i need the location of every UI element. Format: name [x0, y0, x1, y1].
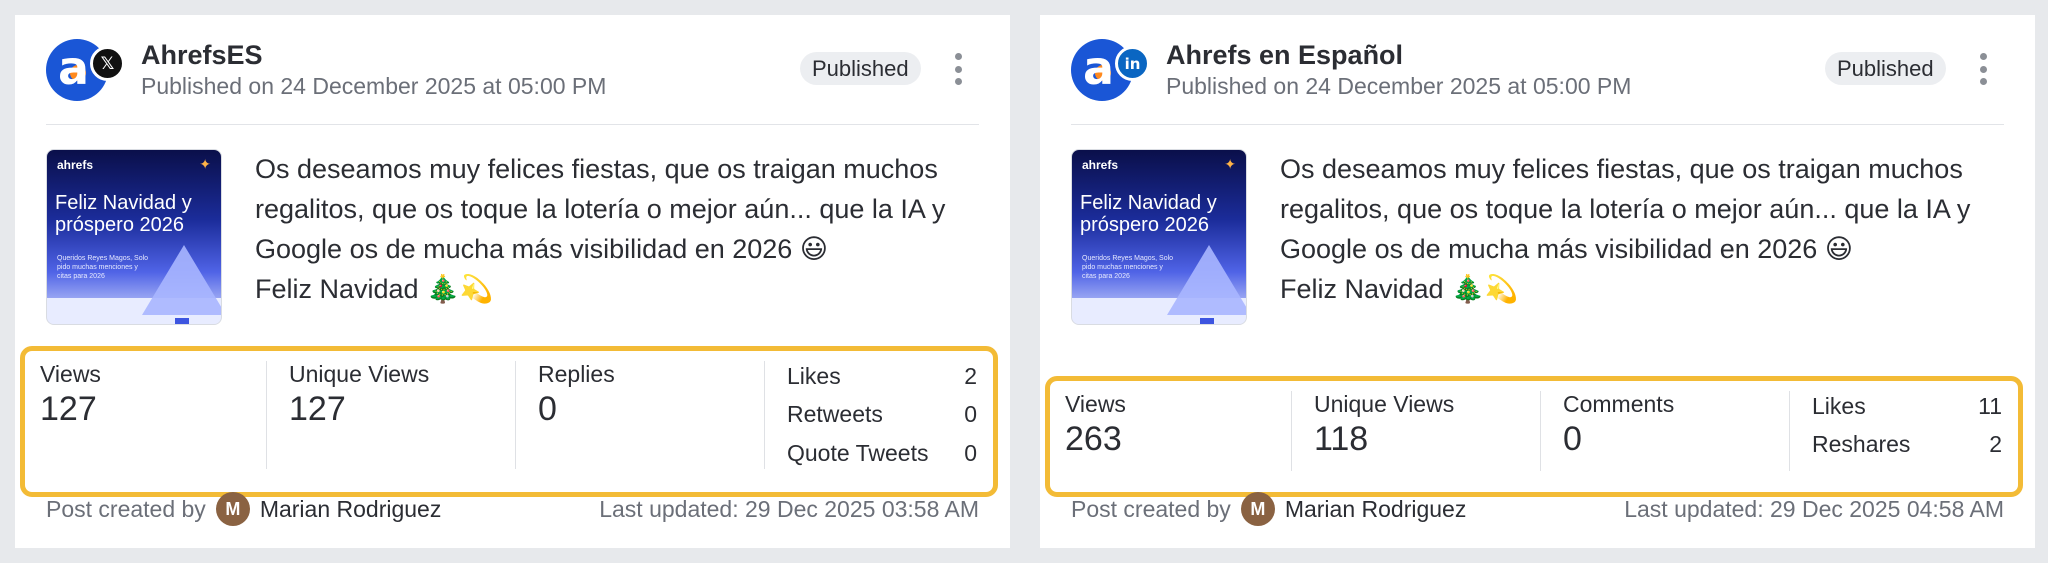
metric-label: Comments: [1563, 391, 1675, 417]
metric-value: 11: [1978, 393, 2002, 419]
post-card: a 𝕏 AhrefsES Published on 24 December 20…: [15, 15, 1010, 548]
last-updated: Last updated: 29 Dec 2025 03:58 AM: [599, 496, 979, 522]
sparkle-icon: ✦: [1224, 156, 1236, 172]
metric-value: 0: [1563, 420, 1582, 458]
metric-views: Views 127: [40, 361, 101, 429]
metric-views: Views 263: [1065, 391, 1126, 459]
metric-label: Quote Tweets: [787, 440, 929, 466]
published-date: Published on 24 December 2025 at 05:00 P…: [1166, 73, 1632, 99]
divider: [46, 124, 979, 125]
thumbnail-subtitle: Queridos Reyes Magos, Solo pido muchas m…: [57, 255, 149, 280]
metric-label: Likes: [1812, 393, 1866, 419]
post-card: a in Ahrefs en Español Published on 24 D…: [1040, 15, 2035, 548]
metric-label: Unique Views: [1314, 391, 1455, 417]
author-name[interactable]: Marian Rodriguez: [1285, 496, 1467, 523]
metric-value: 2: [964, 363, 977, 389]
metric-unique-views: Unique Views 127: [289, 361, 429, 429]
post-line: Google os de mucha más visibilidad en 20…: [255, 234, 828, 264]
sparkle-icon: ✦: [199, 156, 211, 172]
metric-retweets: Retweets 0: [787, 399, 977, 429]
metric-value: 2: [1989, 431, 2002, 457]
last-updated: Last updated: 29 Dec 2025 04:58 AM: [1624, 496, 2004, 522]
x-icon: 𝕏: [90, 46, 125, 81]
column-divider: [266, 361, 267, 469]
metric-value: 0: [964, 401, 977, 427]
thumbnail-subtitle: Queridos Reyes Magos, Solo pido muchas m…: [1082, 255, 1174, 280]
metric-comments: Comments 0: [1563, 391, 1674, 459]
account-name[interactable]: AhrefsES: [141, 40, 263, 71]
post-line: Os deseamos muy felices fiestas, que os …: [255, 154, 938, 184]
metric-likes: Likes 11: [1812, 391, 2002, 421]
account-name[interactable]: Ahrefs en Español: [1166, 40, 1403, 71]
metric-quote-tweets: Quote Tweets 0: [787, 438, 977, 468]
thumbnail-title: Feliz Navidad y próspero 2026: [55, 192, 192, 236]
post-line: regalitos, que os toque la lotería o mej…: [1280, 194, 1971, 224]
tree-icon: [142, 245, 221, 315]
metric-value: 263: [1065, 420, 1122, 458]
column-divider: [515, 361, 516, 469]
post-line: regalitos, que os toque la lotería o mej…: [255, 194, 946, 224]
author-avatar[interactable]: M: [215, 492, 250, 526]
metric-unique-views: Unique Views 118: [1314, 391, 1454, 459]
metric-value: 0: [964, 440, 977, 466]
post-thumbnail[interactable]: ahrefs ✦ Feliz Navidad y próspero 2026 Q…: [1071, 149, 1247, 325]
metric-value: 127: [40, 390, 97, 428]
metric-label: Views: [1065, 391, 1126, 417]
created-by-label: Post created by: [1071, 495, 1231, 522]
author-avatar[interactable]: M: [1240, 492, 1275, 526]
tree-trunk: [175, 318, 189, 324]
metric-label: Likes: [787, 363, 841, 389]
tree-icon: [1167, 245, 1246, 315]
metric-replies: Replies 0: [538, 361, 615, 429]
post-thumbnail[interactable]: ahrefs ✦ Feliz Navidad y próspero 2026 Q…: [46, 149, 222, 325]
post-line: Google os de mucha más visibilidad en 20…: [1280, 234, 1853, 264]
post-author: Post created by M Marian Rodriguez: [46, 491, 441, 527]
metric-label: Reshares: [1812, 431, 1911, 457]
post-text: Os deseamos muy felices fiestas, que os …: [255, 149, 995, 309]
thumbnail-brand: ahrefs: [57, 158, 94, 172]
post-line: Feliz Navidad 🎄💫: [1280, 274, 1519, 304]
created-by-label: Post created by: [46, 495, 206, 522]
metrics-panel: Views 263 Unique Views 118 Comments 0 Li…: [1045, 376, 2023, 497]
status-badge: Published: [1825, 52, 1946, 85]
column-divider: [764, 361, 765, 469]
post-line: Os deseamos muy felices fiestas, que os …: [1280, 154, 1963, 184]
metric-label: Retweets: [787, 401, 883, 427]
metrics-panel: Views 127 Unique Views 127 Replies 0 Lik…: [20, 346, 998, 497]
column-divider: [1789, 391, 1790, 471]
metric-likes: Likes 2: [787, 361, 977, 391]
column-divider: [1291, 391, 1292, 471]
metric-value: 118: [1314, 420, 1369, 458]
more-options-icon[interactable]: [952, 53, 964, 85]
ahrefs-logo-icon: a: [58, 41, 90, 95]
post-text: Os deseamos muy felices fiestas, que os …: [1280, 149, 2020, 309]
ahrefs-logo-icon: a: [1083, 41, 1115, 95]
status-badge: Published: [800, 52, 921, 85]
more-options-icon[interactable]: [1977, 53, 1989, 85]
column-divider: [1540, 391, 1541, 471]
metric-label: Views: [40, 361, 101, 387]
post-line: Feliz Navidad 🎄💫: [255, 274, 494, 304]
published-date: Published on 24 December 2025 at 05:00 P…: [141, 73, 607, 99]
linkedin-icon: in: [1115, 46, 1150, 81]
metric-label: Replies: [538, 361, 615, 387]
metric-value: 127: [289, 390, 346, 428]
thumbnail-title: Feliz Navidad y próspero 2026: [1080, 192, 1217, 236]
author-name[interactable]: Marian Rodriguez: [260, 496, 442, 523]
post-author: Post created by M Marian Rodriguez: [1071, 491, 1466, 527]
divider: [1071, 124, 2004, 125]
tree-trunk: [1200, 318, 1214, 324]
metric-value: 0: [538, 390, 557, 428]
metric-label: Unique Views: [289, 361, 430, 387]
thumbnail-brand: ahrefs: [1082, 158, 1119, 172]
metric-reshares: Reshares 2: [1812, 429, 2002, 459]
